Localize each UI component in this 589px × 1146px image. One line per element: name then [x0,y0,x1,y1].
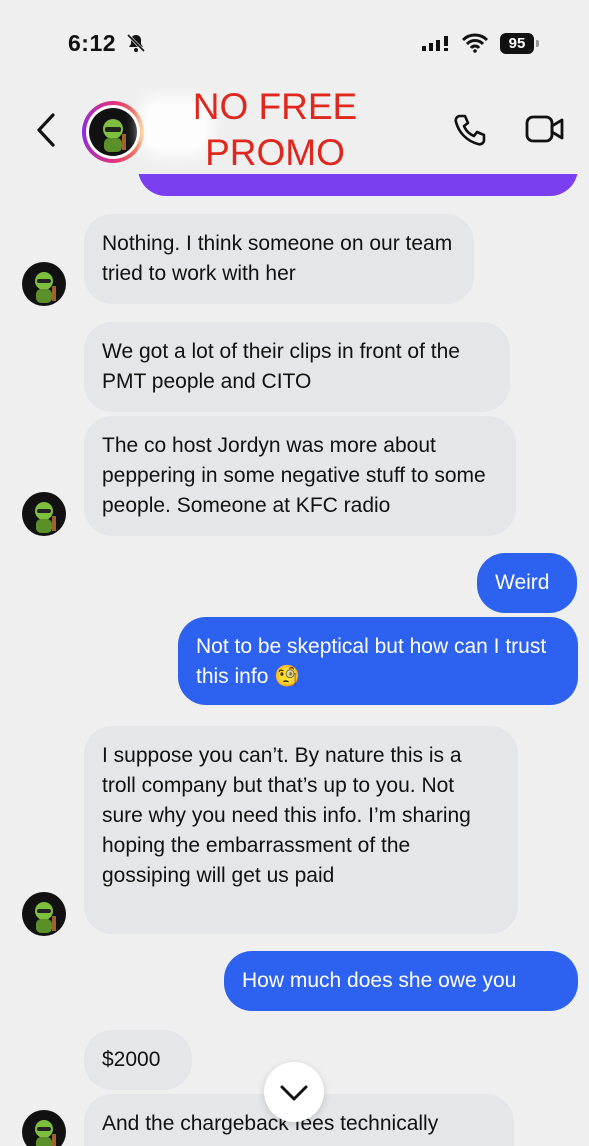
status-time: 6:12 [68,30,117,56]
avatar [22,492,66,536]
message-bubble[interactable]: Nothing. I think someone on our team tri… [84,214,474,304]
signal-icon [422,36,450,57]
avatar [22,1110,66,1146]
phone-icon[interactable] [452,112,488,153]
message-bubble[interactable]: The co host Jordyn was more about pepper… [84,416,516,536]
partial-sent-bubble [138,174,578,196]
message-bubble[interactable]: How much does she owe you [224,951,578,1011]
message-text: I suppose you can’t. By nature this is a… [102,744,471,887]
battery-indicator: 95 [500,33,534,54]
message-text: Not to be skeptical but how can I trust … [196,635,547,688]
message-text: Weird [495,571,550,594]
video-camera-icon[interactable] [525,112,565,151]
bell-slash-icon [126,33,146,58]
message-bubble[interactable]: Not to be skeptical but how can I trust … [178,617,578,705]
redaction-line-1: NO FREE [192,86,358,127]
battery-tip [536,40,539,47]
message-bubble[interactable]: Weird [477,553,577,613]
redaction-line-2: PROMO [205,132,345,173]
message-text: $2000 [102,1048,161,1071]
redaction-label: NO FREE PROMO [180,84,370,176]
chevron-left-icon[interactable] [34,112,58,153]
scroll-to-bottom-button[interactable] [264,1062,324,1122]
message-text: How much does she owe you [242,969,517,992]
message-text: And the chargeback fees technically [102,1112,439,1135]
message-text: We got a lot of their clips in front of … [102,340,460,393]
avatar [22,892,66,936]
chat-header: NO FREE PROMO [0,82,589,174]
message-bubble[interactable]: We got a lot of their clips in front of … [84,322,510,412]
message-bubble[interactable]: I suppose you can’t. By nature this is a… [84,726,518,934]
status-bar: 6:12 95 [0,0,589,80]
message-bubble[interactable]: $2000 [84,1030,192,1090]
message-text: Nothing. I think someone on our team tri… [102,232,453,285]
avatar[interactable] [82,101,144,163]
avatar [22,262,66,306]
message-text: The co host Jordyn was more about pepper… [102,434,486,517]
wifi-icon [461,33,489,58]
message-list[interactable]: Nothing. I think someone on our team tri… [0,174,589,1146]
